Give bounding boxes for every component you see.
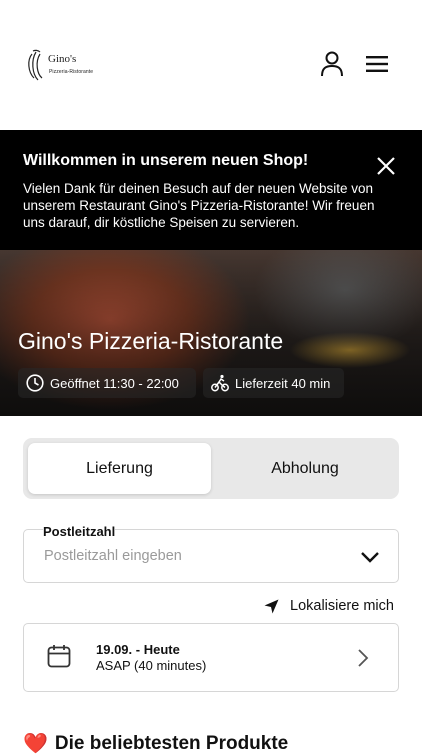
logo-mark-icon xyxy=(28,49,43,81)
delivery-time-badge: Lieferzeit 40 min xyxy=(203,368,344,398)
logo-subtitle: Pizzeria-Ristorante xyxy=(49,69,94,75)
user-icon xyxy=(321,51,343,77)
timeslot-time: ASAP (40 minutes) xyxy=(96,658,207,673)
timeslot-date: 19.09. - Heute xyxy=(96,642,180,657)
menu-button[interactable] xyxy=(362,50,392,78)
postcode-label: Postleitzahl xyxy=(43,524,116,539)
locate-me-label: Lokalisiere mich xyxy=(290,598,394,614)
site-header: Gino's Pizzeria-Ristorante xyxy=(0,0,422,130)
menu-icon xyxy=(366,56,388,72)
calendar-icon xyxy=(47,645,71,668)
banner-title: Willkommen in unserem neuen Shop! xyxy=(23,152,309,169)
banner-text: Vielen Dank für deinen Besuch auf der ne… xyxy=(23,181,375,230)
popular-products-title: Die beliebtesten Produkte xyxy=(54,732,289,754)
account-button[interactable] xyxy=(316,48,348,80)
logo-name: Gino's xyxy=(48,53,77,65)
popular-products-heading: ❤️ Die beliebtesten Produkte xyxy=(23,731,288,756)
banner-close-button[interactable] xyxy=(374,154,398,178)
pickup-tab[interactable]: Abholung xyxy=(216,443,394,494)
clock-icon xyxy=(26,374,44,392)
locate-me-button[interactable]: Lokalisiere mich xyxy=(264,598,394,614)
chevron-right-icon xyxy=(358,649,369,667)
logo[interactable]: Gino's Pizzeria-Ristorante xyxy=(26,48,106,84)
close-icon xyxy=(377,157,395,175)
delivery-time-text: Lieferzeit 40 min xyxy=(235,375,331,391)
heart-icon: ❤️ xyxy=(23,733,48,755)
opening-hours-text: Geöffnet 11:30 - 22:00 xyxy=(50,375,179,391)
bike-courier-icon xyxy=(211,374,229,392)
hero-image: Gino's Pizzeria-Ristorante Geöffnet 11:3… xyxy=(0,250,422,416)
order-mode-toggle: Lieferung Abholung xyxy=(23,438,399,499)
delivery-tab[interactable]: Lieferung xyxy=(28,443,211,494)
restaurant-name: Gino's Pizzeria-Ristorante xyxy=(18,328,284,354)
postcode-input[interactable] xyxy=(44,548,344,564)
chevron-down-icon[interactable] xyxy=(360,550,380,564)
opening-hours-badge: Geöffnet 11:30 - 22:00 xyxy=(18,368,196,398)
location-arrow-icon xyxy=(264,599,279,613)
welcome-banner: Willkommen in unserem neuen Shop! Vielen… xyxy=(0,130,422,250)
timeslot-selector[interactable]: 19.09. - Heute ASAP (40 minutes) xyxy=(23,623,399,692)
